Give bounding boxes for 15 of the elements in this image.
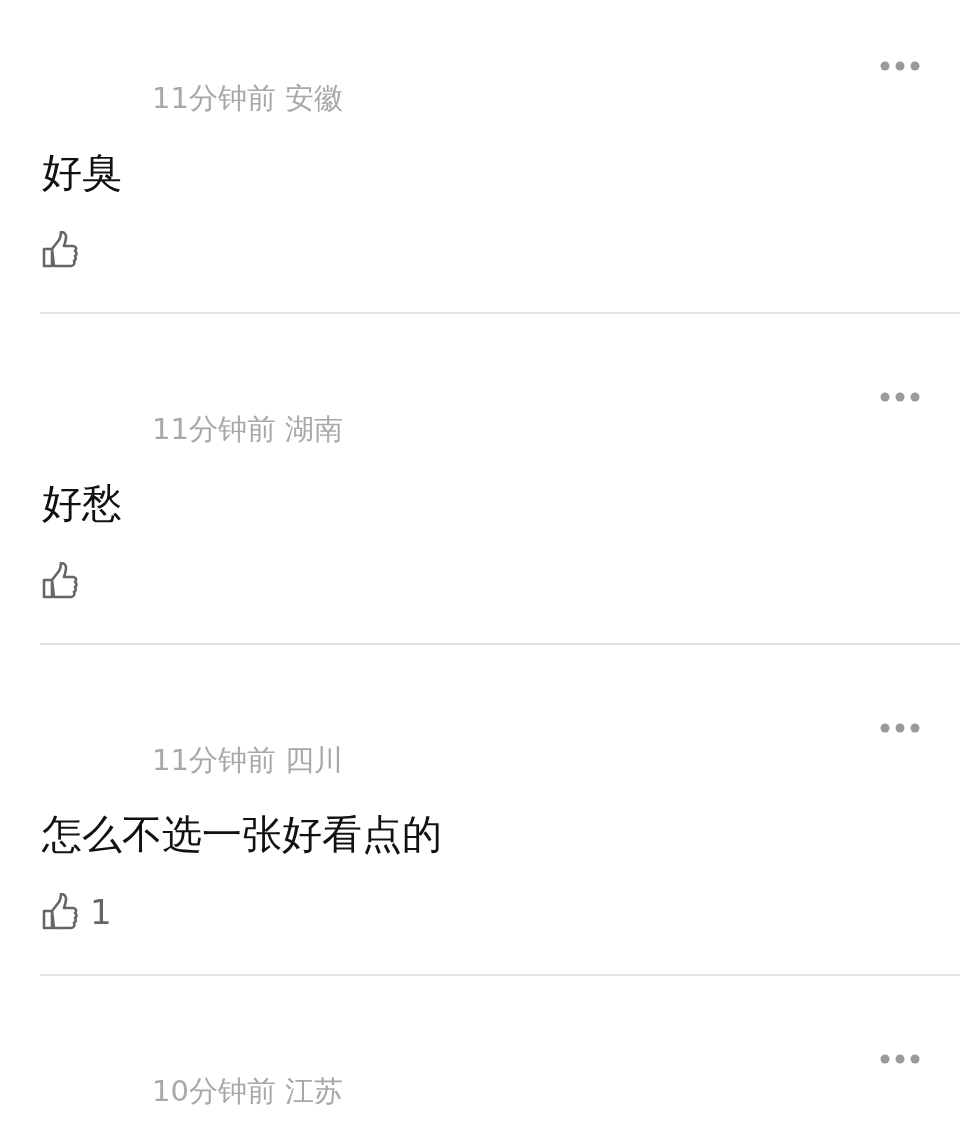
comment-text: 好臭 [42, 148, 122, 197]
more-icon[interactable] [880, 1054, 920, 1064]
comment-meta: 11分钟前 四川 [152, 742, 344, 779]
comment-meta: 11分钟前 湖南 [152, 411, 344, 448]
comment-text: 怎么不选一张好看点的 [42, 810, 442, 859]
more-icon[interactable] [880, 723, 920, 733]
thumbs-up-icon[interactable] [42, 562, 80, 600]
more-icon[interactable] [880, 61, 920, 71]
comment-text: 好愁 [42, 479, 122, 528]
more-icon[interactable] [880, 392, 920, 402]
comment-meta: 10分钟前 江苏 [152, 1073, 344, 1110]
comment-meta: 11分钟前 安徽 [152, 80, 344, 117]
thumbs-up-icon[interactable] [42, 893, 80, 931]
like-count: 1 [90, 892, 112, 932]
thumbs-up-icon[interactable] [42, 231, 80, 269]
